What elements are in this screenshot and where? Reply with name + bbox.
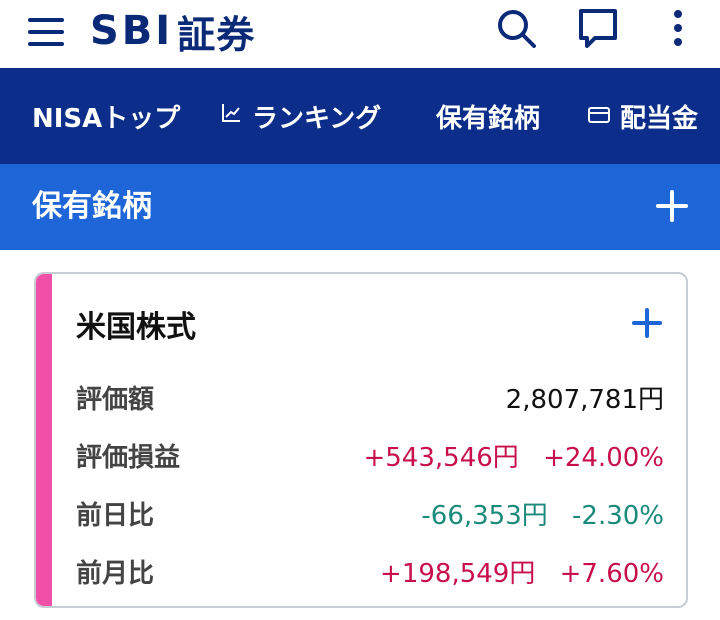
tab-holdings-label: 保有銘柄 [436,103,541,134]
tab-ranking-label: ランキング [252,103,382,134]
chart-line-icon [220,101,242,131]
row-label: 評価額 [76,385,155,415]
row-amount: -66,353円 [421,501,548,531]
card-title: 米国株式 [76,310,196,345]
row-amount: +543,546円 [363,443,519,473]
top-app-bar: SBI 証券 [0,0,720,68]
section-header: 保有銘柄 [0,164,720,250]
row-amount: 2,807,781円 [505,385,664,415]
logo-latin: SBI [90,8,174,54]
tab-dividends-label: 配当金 [620,103,699,134]
card-accent-stripe [36,274,52,606]
chat-icon[interactable] [576,6,620,50]
menu-icon[interactable] [26,14,66,50]
more-vertical-icon[interactable] [656,6,700,50]
row-label: 前月比 [76,559,155,589]
row-day-change: 前日比 -66,353円 -2.30% [76,496,664,536]
card-icon [588,101,610,131]
logo-jp: 証券 [177,12,256,57]
holding-card-us-stocks[interactable]: 米国株式 評価額 2,807,781円 評価損益 +543,546円 +24.0… [34,272,688,608]
tab-dividends[interactable]: 配当金 [588,68,698,164]
row-values: 2,807,781円 [490,380,664,420]
tab-holdings[interactable]: 保有銘柄 [436,68,540,164]
row-label: 前日比 [76,501,155,531]
search-icon[interactable] [494,6,538,50]
row-valuation: 評価額 2,807,781円 [76,380,664,420]
row-values: -66,353円 -2.30% [405,496,664,536]
nisa-tab-bar: NISAトップ ランキング 保有銘柄 配当金 [0,68,720,164]
row-percent: +7.60% [559,559,664,589]
row-values: +198,549円 +7.60% [364,554,664,594]
row-percent: -2.30% [572,501,664,531]
tab-ranking[interactable]: ランキング [220,68,381,164]
row-unrealized-pl: 評価損益 +543,546円 +24.00% [76,438,664,478]
sbi-logo[interactable]: SBI 証券 [90,6,256,57]
row-values: +543,546円 +24.00% [347,438,664,478]
tab-nisa-top[interactable]: NISAトップ [32,68,180,164]
section-title: 保有銘柄 [32,189,152,224]
tab-nisa-top-label: NISAトップ [32,103,181,134]
row-month-change: 前月比 +198,549円 +7.60% [76,554,664,594]
row-label: 評価損益 [76,443,181,473]
plus-icon[interactable] [630,306,664,340]
row-amount: +198,549円 [380,559,536,589]
plus-icon[interactable] [652,186,692,226]
row-percent: +24.00% [543,443,664,473]
